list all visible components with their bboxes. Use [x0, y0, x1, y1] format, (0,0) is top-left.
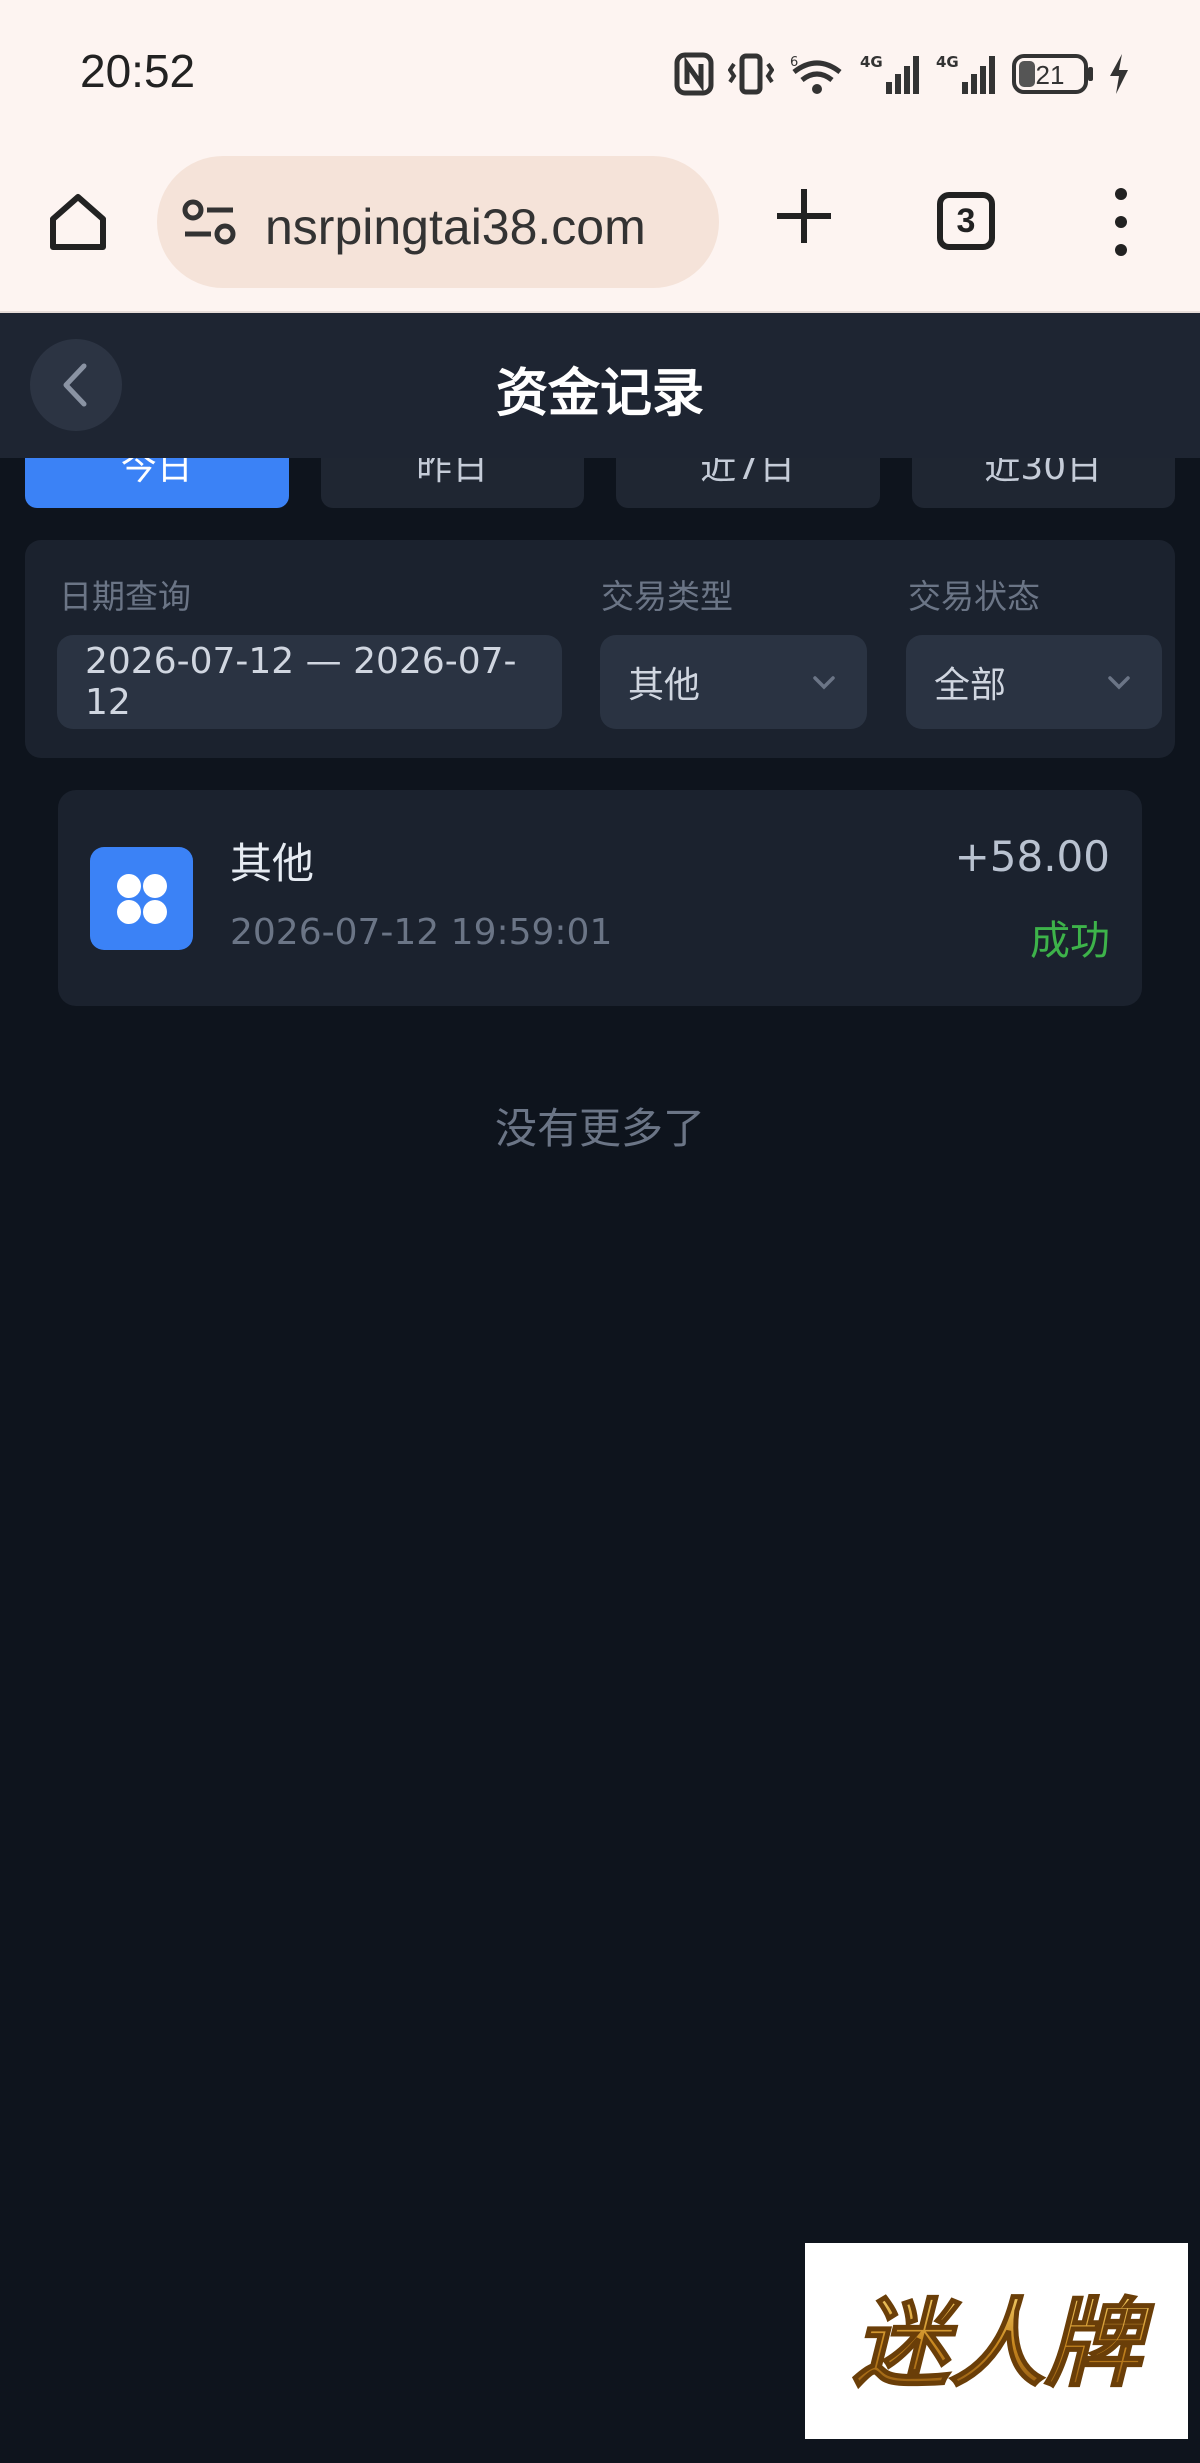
- nfc-icon: [674, 52, 714, 96]
- menu-dots-icon[interactable]: [1106, 188, 1136, 256]
- record-type-icon: [90, 847, 193, 950]
- status-filter-label: 交易状态: [908, 577, 1040, 616]
- battery-level: 21: [1036, 60, 1065, 90]
- site-settings-icon[interactable]: [181, 196, 237, 248]
- record-amount: +58.00: [954, 832, 1110, 881]
- signal-icon: 4G: [936, 53, 995, 94]
- new-tab-button[interactable]: [768, 180, 840, 252]
- type-select-value: 其他: [628, 665, 701, 706]
- network-label: 4G: [860, 53, 883, 71]
- browser-toolbar: nsrpingtai38.com 3: [0, 150, 1200, 313]
- logo-image: 迷人牌: [852, 2287, 1155, 2401]
- network-label: 4G: [936, 53, 959, 71]
- address-bar[interactable]: nsrpingtai38.com: [157, 156, 719, 288]
- record-time: 2026-07-12 19:59:01: [230, 912, 613, 953]
- record-type: 其他: [230, 839, 315, 888]
- filter-panel: 日期查询 2026-07-12 — 2026-07-12 交易类型 其他 交易状…: [25, 540, 1175, 758]
- page-header: 资金记录: [0, 313, 1200, 458]
- date-range-value: 2026-07-12 — 2026-07-12: [85, 641, 517, 723]
- list-item[interactable]: 其他 2026-07-12 19:59:01 +58.00 成功: [58, 790, 1142, 1006]
- chevron-down-icon: [1108, 676, 1130, 690]
- page-title: 资金记录: [495, 364, 704, 424]
- url-text: nsrpingtai38.com: [265, 199, 646, 255]
- plus-icon: [777, 189, 831, 243]
- type-filter-label: 交易类型: [601, 577, 733, 616]
- date-filter-label: 日期查询: [59, 577, 191, 616]
- wifi-icon: 6: [790, 55, 842, 94]
- watermark-logo: 迷人牌: [805, 2243, 1188, 2439]
- chevron-down-icon: [813, 676, 835, 690]
- status-icons: 6 4G 4G 21: [674, 50, 1130, 98]
- grid-icon: [116, 873, 167, 924]
- end-of-list-text: 没有更多了: [494, 1104, 705, 1153]
- record-status: 成功: [1030, 918, 1110, 964]
- status-bar: 20:52 6 4G 4G 21: [0, 0, 1200, 150]
- status-select[interactable]: 全部: [906, 635, 1162, 729]
- vibrate-icon: [728, 53, 774, 95]
- type-select[interactable]: 其他: [600, 635, 867, 729]
- tab-switcher-button[interactable]: 3: [937, 192, 995, 250]
- signal-icon: 4G: [860, 53, 919, 94]
- date-range-field[interactable]: 2026-07-12 — 2026-07-12: [57, 635, 562, 729]
- status-time: 20:52: [80, 45, 196, 97]
- charging-icon: [1110, 54, 1128, 94]
- svg-text:迷人牌: 迷人牌: [853, 2288, 1154, 2400]
- battery-icon: 21: [1012, 54, 1093, 94]
- home-icon: [50, 194, 106, 250]
- status-select-value: 全部: [934, 665, 1007, 706]
- home-button[interactable]: [42, 186, 114, 258]
